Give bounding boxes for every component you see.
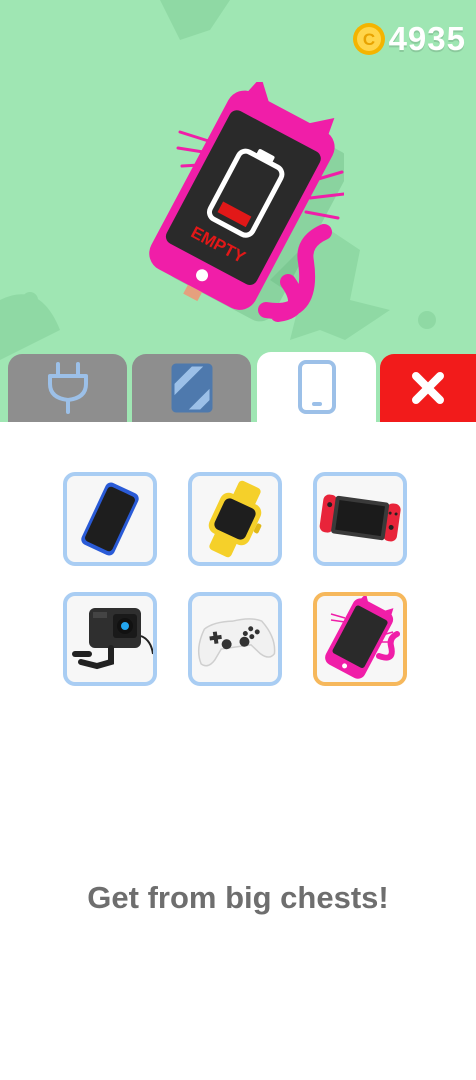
cat-phone-preview: EMPTY (149, 82, 344, 322)
tab-bar (0, 352, 476, 422)
tab-plug[interactable] (8, 354, 127, 422)
action-camera-icon (72, 608, 153, 670)
smartwatch-icon (208, 480, 262, 558)
device-item-smartphone[interactable] (63, 472, 157, 566)
coin-counter: C 4935 (352, 20, 466, 58)
coin-icon: C (352, 23, 385, 55)
device-item-action-camera[interactable] (63, 592, 157, 686)
handheld-console-icon (319, 494, 401, 542)
hint-message: Get from big chests! (87, 880, 389, 915)
device-item-handheld-console[interactable] (313, 472, 407, 566)
striped-card-icon (171, 363, 212, 413)
device-item-gamepad[interactable] (188, 592, 282, 686)
tab-skin[interactable] (132, 354, 251, 422)
tab-device[interactable] (257, 352, 376, 422)
device-item-smartwatch[interactable] (188, 472, 282, 566)
svg-text:C: C (362, 30, 374, 49)
gamepad-icon (197, 618, 276, 667)
device-item-cat-phone[interactable] (313, 592, 407, 686)
phone-outline-icon (297, 360, 336, 414)
close-icon (412, 372, 444, 404)
smartphone-icon (81, 482, 139, 556)
close-button[interactable] (380, 354, 476, 422)
plug-icon (47, 362, 88, 414)
coin-amount: 4935 (388, 20, 466, 57)
cat-phone-icon (325, 596, 400, 679)
